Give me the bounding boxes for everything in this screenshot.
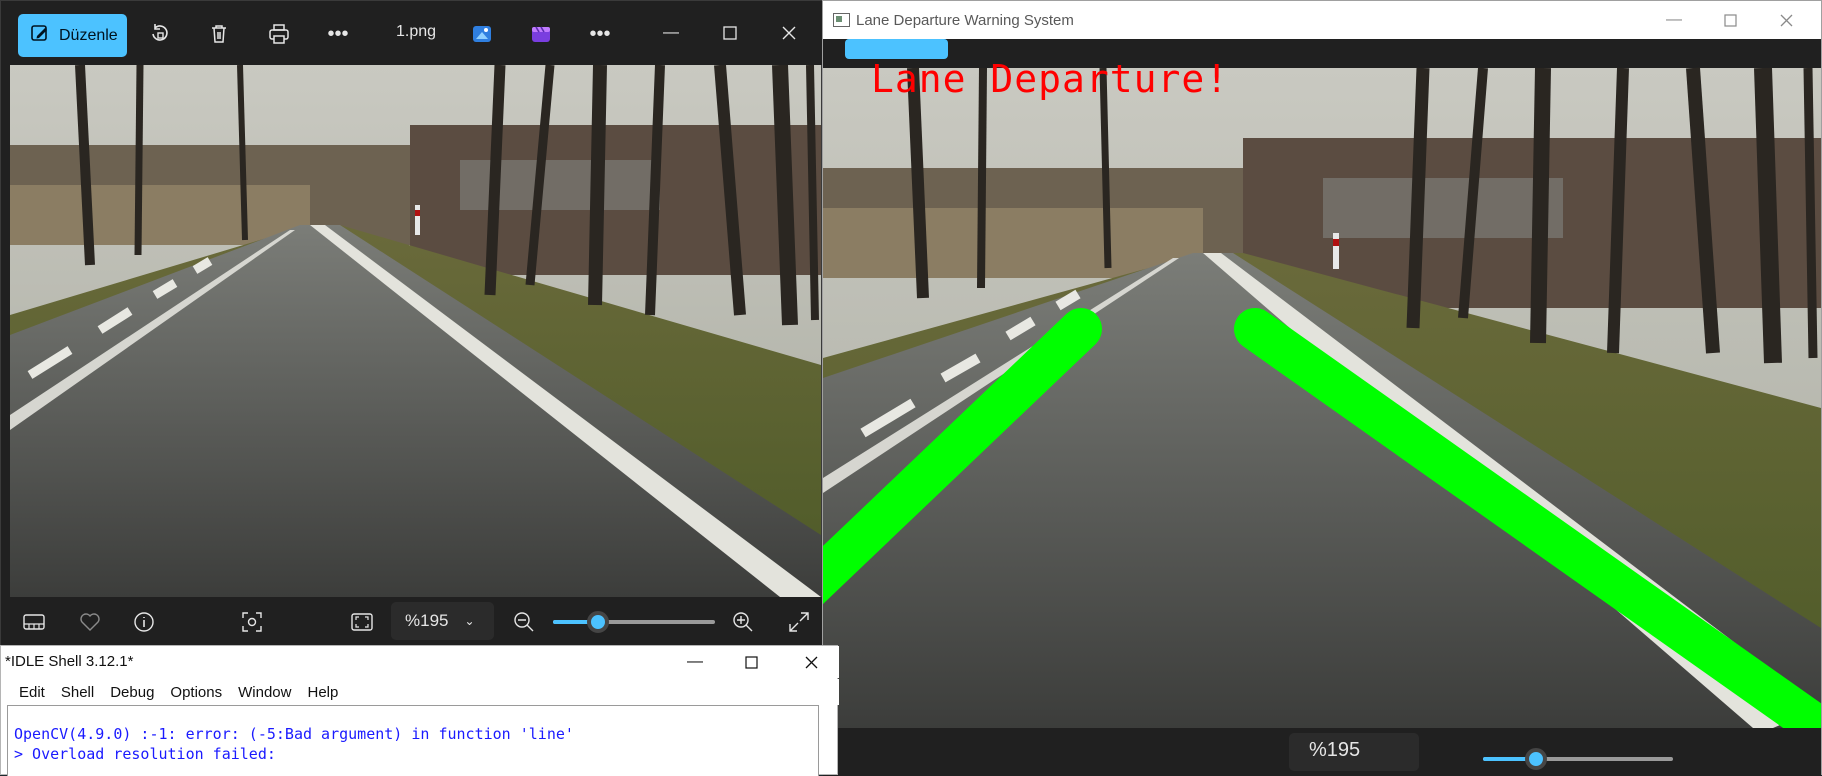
zoom-dropdown[interactable]: %195 ⌄ bbox=[391, 602, 494, 640]
shell-line: > Overload resolution failed: bbox=[14, 745, 276, 763]
menu-shell[interactable]: Shell bbox=[53, 684, 102, 701]
close-button[interactable] bbox=[783, 646, 839, 678]
menu-edit[interactable]: Edit bbox=[1, 684, 53, 701]
lane-departure-warning-text: Lane Departure! bbox=[871, 57, 1230, 101]
chevron-down-icon: ⌄ bbox=[464, 614, 475, 628]
maximize-button[interactable] bbox=[707, 17, 753, 49]
minimize-button[interactable]: — bbox=[1646, 1, 1702, 39]
menu-options[interactable]: Options bbox=[162, 684, 230, 701]
shell-output[interactable]: OpenCV(4.9.0) :-1: error: (-5:Bad argume… bbox=[7, 705, 819, 776]
minimize-button[interactable]: — bbox=[648, 17, 694, 49]
clipchamp-icon[interactable] bbox=[525, 18, 557, 50]
rotate-icon[interactable] bbox=[144, 18, 176, 50]
fit-window-icon[interactable] bbox=[347, 607, 377, 637]
window-title: Lane Departure Warning System bbox=[856, 12, 1074, 29]
maximize-button[interactable] bbox=[723, 646, 779, 678]
info-icon[interactable] bbox=[129, 607, 159, 637]
file-name: 1.png bbox=[396, 23, 437, 40]
menu-help[interactable]: Help bbox=[299, 684, 346, 701]
photos-toolbar: Düzenle ••• 1.png ••• — bbox=[1, 1, 823, 65]
zoom-out-icon[interactable] bbox=[509, 607, 539, 637]
shell-line: OpenCV(4.9.0) :-1: error: (-5:Bad argume… bbox=[14, 725, 574, 743]
zoom-slider[interactable] bbox=[553, 611, 715, 633]
photo-image bbox=[10, 65, 821, 597]
idle-titlebar: *IDLE Shell 3.12.1* — bbox=[1, 646, 839, 678]
zoom-slider-thumb[interactable] bbox=[587, 611, 609, 633]
window-title: *IDLE Shell 3.12.1* bbox=[5, 653, 134, 670]
zoom-slider-thumb bbox=[1525, 748, 1547, 770]
photos-bottom-bar: %195 ⌄ bbox=[1, 597, 823, 646]
zoom-level: %195 bbox=[1309, 739, 1361, 761]
zoom-level: %195 bbox=[405, 611, 449, 630]
minimize-button[interactable]: — bbox=[667, 646, 723, 678]
image-editor-icon[interactable] bbox=[466, 18, 498, 50]
menu-debug[interactable]: Debug bbox=[102, 684, 162, 701]
favorite-icon[interactable] bbox=[75, 607, 105, 637]
menu-bar: Edit Shell Debug Options Window Help bbox=[1, 679, 839, 705]
photos-viewer-window: Düzenle ••• 1.png ••• — %195 ⌄ bbox=[0, 0, 823, 646]
edit-icon bbox=[30, 23, 50, 48]
close-button[interactable] bbox=[1758, 1, 1814, 39]
filmstrip-icon[interactable] bbox=[19, 607, 49, 637]
more-icon[interactable]: ••• bbox=[584, 18, 616, 50]
zoom-slider bbox=[1483, 748, 1673, 770]
processed-frame: Lane Departure! %195 bbox=[823, 39, 1821, 776]
opencv-window: Lane Departure Warning System — Lane Dep… bbox=[822, 0, 1822, 776]
fullscreen-icon[interactable] bbox=[784, 607, 814, 637]
zoom-in-icon[interactable] bbox=[728, 607, 758, 637]
more-icon[interactable]: ••• bbox=[322, 18, 354, 50]
print-icon[interactable] bbox=[263, 18, 295, 50]
idle-shell-window: *IDLE Shell 3.12.1* — Edit Shell Debug O… bbox=[0, 645, 839, 776]
menu-window[interactable]: Window bbox=[230, 684, 299, 701]
edit-label: Düzenle bbox=[59, 26, 118, 44]
edit-button[interactable]: Düzenle bbox=[18, 14, 127, 57]
opencv-titlebar: Lane Departure Warning System — bbox=[823, 1, 1821, 39]
visual-search-icon[interactable] bbox=[237, 607, 267, 637]
maximize-button[interactable] bbox=[1702, 1, 1758, 39]
close-button[interactable] bbox=[766, 17, 812, 49]
app-icon bbox=[833, 13, 850, 27]
delete-icon[interactable] bbox=[203, 18, 235, 50]
